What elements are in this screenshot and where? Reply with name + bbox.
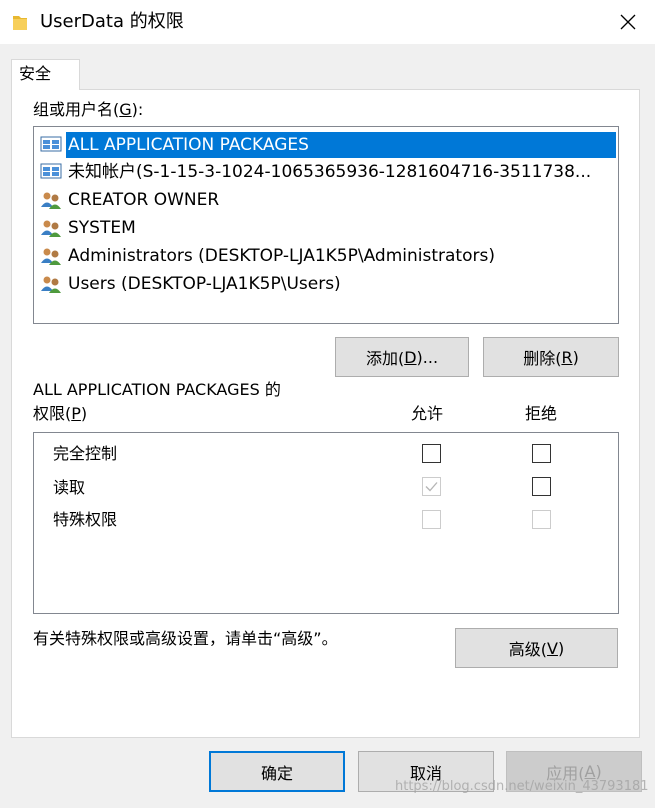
list-item-label: Administrators (DESKTOP-LJA1K5P\Administ… (68, 245, 495, 266)
folder-icon (12, 13, 28, 31)
unknown-account-icon (40, 162, 64, 182)
users-group-icon (40, 218, 64, 238)
tab-security[interactable]: 安全 (11, 59, 80, 90)
app-package-icon (40, 135, 64, 155)
special-deny-checkbox (532, 510, 551, 529)
advanced-button[interactable]: 高级(V) (455, 628, 618, 668)
groups-label: 组或用户名(G): (33, 100, 144, 119)
list-item-administrators[interactable]: Administrators (DESKTOP-LJA1K5P\Administ… (34, 242, 618, 269)
list-item-system[interactable]: SYSTEM (34, 214, 618, 241)
users-group-icon (40, 190, 64, 210)
permissions-label: 权限(P) (33, 404, 88, 423)
list-item-label: CREATOR OWNER (68, 189, 220, 210)
add-button[interactable]: 添加(D)... (335, 337, 469, 377)
list-item-label: SYSTEM (68, 217, 136, 238)
check-icon (425, 482, 438, 492)
permissions-header: ALL APPLICATION PACKAGES 的 (33, 380, 281, 399)
close-button[interactable] (610, 4, 646, 40)
permission-read-label: 读取 (53, 478, 86, 497)
read-deny-checkbox[interactable] (532, 477, 551, 496)
window-title: UserData 的权限 (40, 11, 184, 32)
list-item-label: 未知帐户(S-1-15-3-1024-1065365936-1281604716… (68, 161, 592, 182)
special-allow-checkbox (422, 510, 441, 529)
groups-listbox[interactable]: ALL APPLICATION PACKAGES 未知帐户(S-1-15-3-1… (33, 126, 619, 324)
users-group-icon (40, 246, 64, 266)
allow-column-header: 允许 (411, 404, 444, 423)
full-control-allow-checkbox[interactable] (422, 444, 441, 463)
list-item-all-app-packages[interactable]: ALL APPLICATION PACKAGES (34, 131, 618, 158)
list-item-users[interactable]: Users (DESKTOP-LJA1K5P\Users) (34, 270, 618, 297)
advanced-note: 有关特殊权限或高级设置，请单击“高级”。 (33, 629, 338, 648)
read-allow-checkbox[interactable] (422, 477, 441, 496)
list-item-label: ALL APPLICATION PACKAGES (66, 131, 616, 158)
users-group-icon (40, 274, 64, 294)
ok-button[interactable]: 确定 (209, 751, 345, 792)
remove-button[interactable]: 删除(R) (483, 337, 619, 377)
list-item-label: Users (DESKTOP-LJA1K5P\Users) (68, 273, 341, 294)
permission-special-label: 特殊权限 (53, 510, 118, 529)
list-item-creator-owner[interactable]: CREATOR OWNER (34, 186, 618, 213)
permission-full-control-label: 完全控制 (53, 444, 118, 463)
close-icon (620, 14, 636, 30)
watermark: https://blog.csdn.net/weixin_43793181 (395, 779, 649, 794)
deny-column-header: 拒绝 (525, 404, 558, 423)
full-control-deny-checkbox[interactable] (532, 444, 551, 463)
list-item-unknown-account[interactable]: 未知帐户(S-1-15-3-1024-1065365936-1281604716… (34, 158, 618, 185)
